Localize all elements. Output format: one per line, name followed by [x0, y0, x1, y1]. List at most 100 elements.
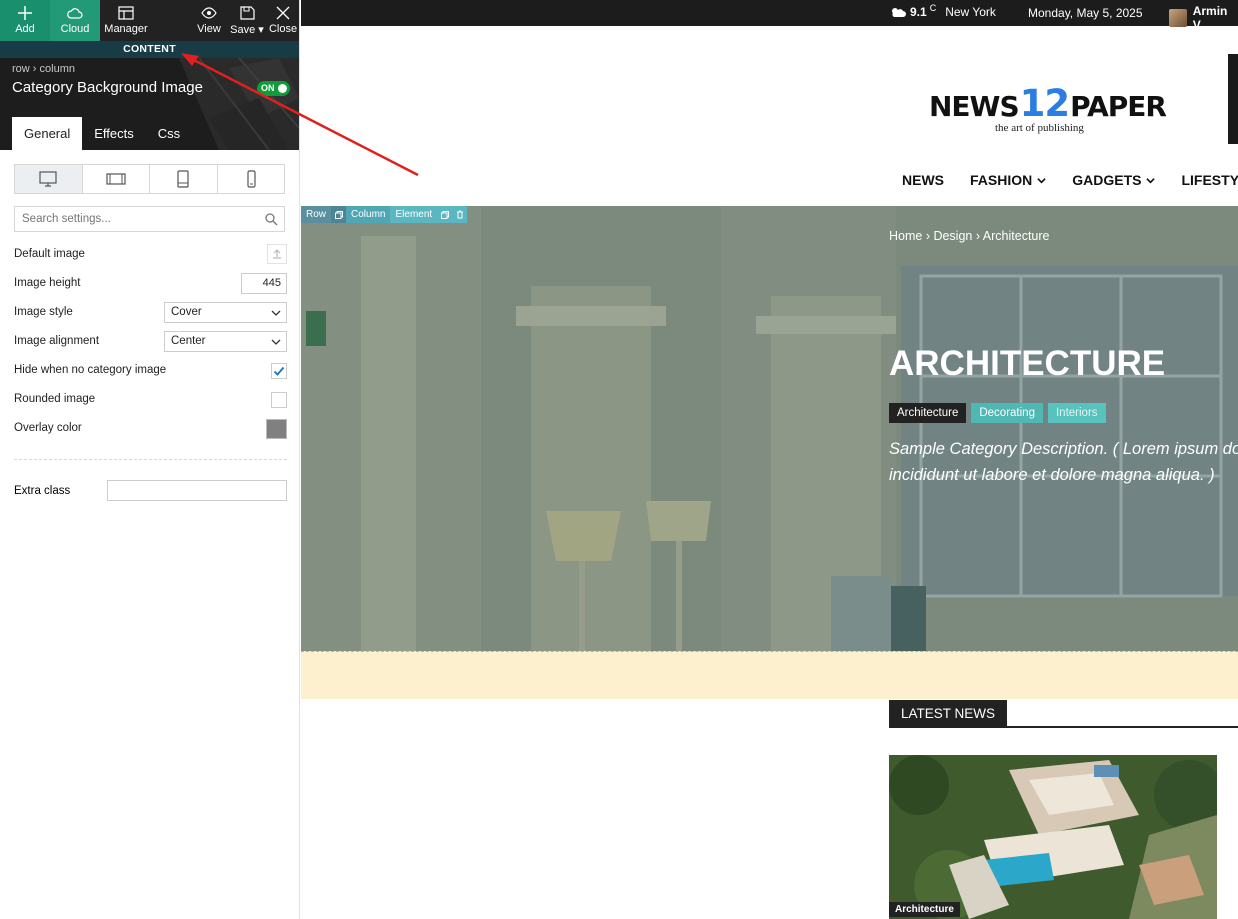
- image-height-input[interactable]: 445: [241, 273, 287, 294]
- add-button[interactable]: Add: [0, 0, 50, 41]
- site-logo[interactable]: NEWS 12 PAPER: [929, 82, 1167, 125]
- article-thumbnail[interactable]: [889, 755, 1217, 919]
- upload-icon: [273, 249, 281, 259]
- layout-icon: [118, 6, 134, 20]
- device-desktop[interactable]: [15, 165, 83, 193]
- image-alignment-select[interactable]: Center: [164, 331, 287, 352]
- extra-class-row: Extra class: [14, 480, 287, 502]
- header-ad[interactable]: [1228, 54, 1238, 144]
- image-alignment-label: Image alignment: [14, 335, 100, 347]
- upload-image-button[interactable]: [267, 244, 287, 264]
- hide-no-image-checkbox[interactable]: [271, 363, 287, 379]
- current-date: Monday, May 5, 2025: [1028, 6, 1143, 20]
- edit-row-button[interactable]: Row: [301, 206, 332, 223]
- breadcrumb-architecture[interactable]: Architecture: [983, 229, 1050, 243]
- element-delete-button[interactable]: [452, 206, 468, 223]
- breadcrumb-design[interactable]: Design: [933, 229, 972, 243]
- view-button[interactable]: View: [191, 0, 227, 41]
- search-input[interactable]: [15, 207, 284, 231]
- chip-decorating[interactable]: Decorating: [971, 403, 1043, 423]
- hide-no-image-label: Hide when no category image: [14, 364, 167, 376]
- main-nav: NEWS FASHION GADGETS LIFESTY: [902, 172, 1238, 188]
- row-settings-button[interactable]: [331, 206, 347, 223]
- chevron-down-icon: [271, 310, 281, 316]
- category-chips: Architecture Decorating Interiors: [889, 403, 1106, 423]
- thumbnail-category-tag[interactable]: Architecture: [889, 902, 960, 917]
- chip-interiors[interactable]: Interiors: [1047, 403, 1106, 423]
- close-icon: [276, 6, 290, 20]
- manager-button[interactable]: Manager: [100, 0, 152, 41]
- weather-temp: 9.1: [910, 5, 927, 19]
- latest-news-underline: [889, 726, 1238, 728]
- hide-no-image-row: Hide when no category image: [14, 360, 287, 382]
- nav-gadgets[interactable]: GADGETS: [1072, 172, 1156, 188]
- breadcrumb-home[interactable]: Home: [889, 229, 922, 243]
- weather-unit: C: [929, 3, 937, 13]
- nav-lifestyle[interactable]: LIFESTY: [1181, 172, 1238, 188]
- category-hero[interactable]: Row Column Element Home › Design › Archi…: [301, 206, 1238, 651]
- category-title: ARCHITECTURE: [889, 344, 1166, 383]
- weather-city: New York: [945, 5, 996, 19]
- empty-row-dropzone[interactable]: [301, 651, 1238, 699]
- panel-tabs: General Effects Css: [12, 117, 192, 150]
- chevron-down-icon: [1037, 177, 1046, 183]
- image-height-row: Image height 445: [14, 273, 287, 295]
- panel-breadcrumb: row › column: [12, 63, 75, 75]
- image-alignment-row: Image alignment Center: [14, 331, 287, 353]
- plus-icon: [18, 6, 32, 20]
- close-button[interactable]: Close: [267, 0, 299, 41]
- add-label: Add: [15, 23, 35, 35]
- latest-news-label: LATEST NEWS: [889, 700, 1008, 728]
- logo-news: NEWS: [929, 90, 1020, 123]
- tab-effects[interactable]: Effects: [82, 117, 146, 150]
- rounded-image-checkbox[interactable]: [271, 392, 287, 408]
- overlay-color-label: Overlay color: [14, 422, 82, 434]
- divider: [14, 459, 287, 460]
- save-button[interactable]: Save ▾: [227, 0, 267, 41]
- site-topbar: 9.1 C New York Monday, May 5, 2025 Armin…: [301, 0, 1238, 32]
- rounded-image-label: Rounded image: [14, 393, 96, 405]
- extra-class-label: Extra class: [14, 485, 71, 497]
- site-tagline: the art of publishing: [995, 122, 1084, 134]
- nav-news[interactable]: NEWS: [902, 172, 944, 188]
- edit-element-button[interactable]: Element: [390, 206, 438, 223]
- nav-fashion[interactable]: FASHION: [970, 172, 1046, 188]
- builder-edit-bar: Row Column Element: [301, 206, 468, 223]
- device-tablet-portrait[interactable]: [150, 165, 218, 193]
- chip-architecture[interactable]: Architecture: [889, 403, 967, 423]
- manager-label: Manager: [104, 23, 148, 35]
- device-phone[interactable]: [218, 165, 285, 193]
- tab-general[interactable]: General: [12, 117, 83, 150]
- overlay-color-swatch[interactable]: [266, 419, 287, 439]
- page-preview: 9.1 C New York Monday, May 5, 2025 Armin…: [301, 0, 1238, 919]
- cloud-icon: [67, 8, 83, 19]
- user-menu[interactable]: Armin V: [1169, 4, 1238, 32]
- description-line-1: Sample Category Description. ( Lorem ips…: [889, 440, 1238, 458]
- element-title: Category Background Image: [12, 79, 203, 96]
- category-description: Sample Category Description. ( Lorem ips…: [889, 436, 1238, 488]
- save-label: Save ▾: [230, 23, 264, 36]
- tab-css[interactable]: Css: [146, 117, 192, 150]
- default-image-label: Default image: [14, 248, 85, 260]
- floppy-icon: [240, 5, 255, 20]
- crumb-column[interactable]: column: [40, 63, 75, 75]
- copy-icon: [334, 210, 343, 219]
- element-toggle[interactable]: ON: [257, 81, 290, 96]
- extra-class-input[interactable]: [107, 480, 287, 501]
- overlay-color-row: Overlay color: [14, 418, 287, 440]
- image-height-label: Image height: [14, 277, 81, 289]
- image-style-select[interactable]: Cover: [164, 302, 287, 323]
- crumb-row[interactable]: row: [12, 63, 30, 75]
- device-tablet-landscape[interactable]: [83, 165, 150, 193]
- default-image-row: Default image: [14, 244, 287, 266]
- search-icon: [265, 213, 278, 226]
- element-copy-button[interactable]: [437, 206, 453, 223]
- description-line-2: incididunt ut labore et dolore magna ali…: [889, 466, 1215, 484]
- villa-aerial-image: [889, 755, 1217, 919]
- checkmark-icon: [273, 366, 285, 376]
- edit-column-button[interactable]: Column: [346, 206, 391, 223]
- desktop-icon: [39, 171, 57, 187]
- cloud-button[interactable]: Cloud: [50, 0, 100, 41]
- image-alignment-value: Center: [171, 335, 206, 347]
- latest-news-heading: LATEST NEWS: [889, 700, 1008, 728]
